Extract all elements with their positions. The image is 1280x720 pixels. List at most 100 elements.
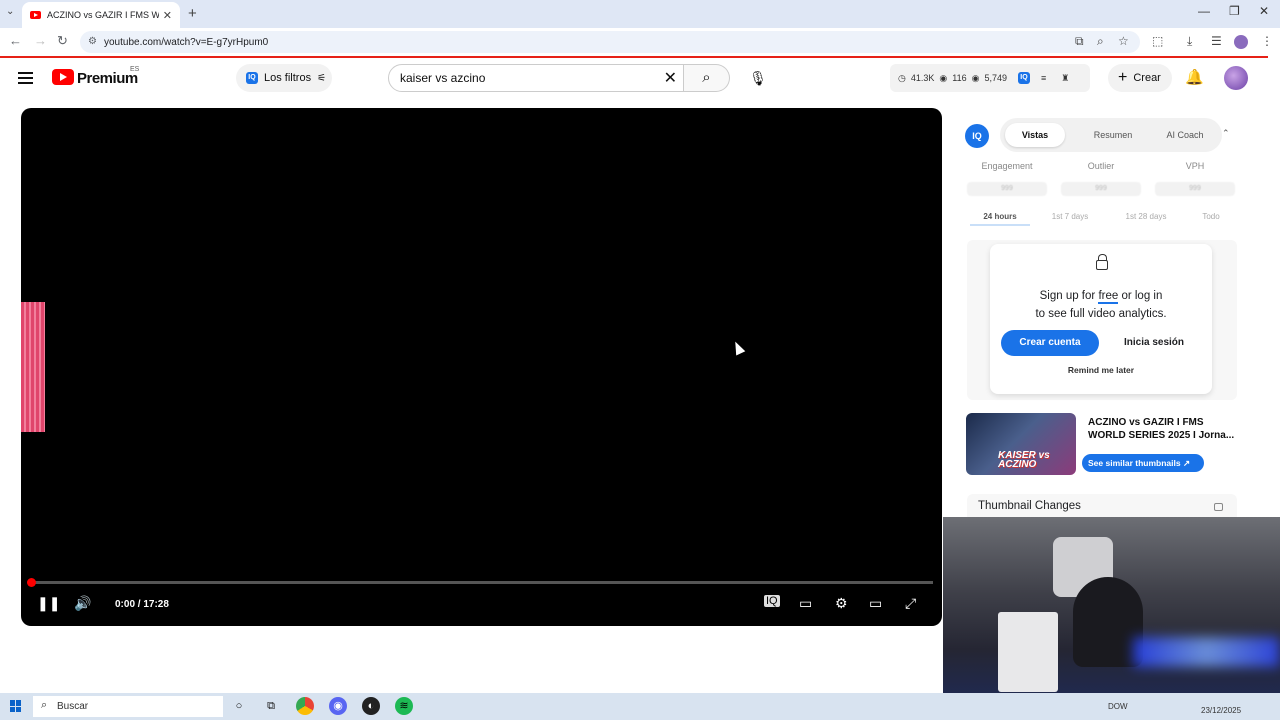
signup-overlay: Sign up for free or log in to see full v… <box>990 244 1212 394</box>
thumbnail-text: KAISER vs ACZINO <box>998 450 1050 470</box>
region-code: ES <box>130 66 140 73</box>
range-28d[interactable]: 1st 28 days <box>1116 212 1176 221</box>
obs-icon[interactable]: ◐ <box>362 697 380 715</box>
browser-tab[interactable]: ACZINO vs GAZIR I FMS WORLD ✕ <box>22 2 180 28</box>
avatar[interactable] <box>1224 66 1248 90</box>
lock-icon-2 <box>1214 503 1223 511</box>
air-conditioner <box>998 612 1058 692</box>
settings-icon[interactable]: ⚙ <box>835 595 848 612</box>
range-all[interactable]: Todo <box>1181 212 1241 221</box>
stat-likes: 5,749 <box>984 73 1007 83</box>
list-icon[interactable]: ≡ <box>1041 73 1046 83</box>
cortana-icon[interactable]: ○ <box>230 697 248 715</box>
minimize-icon[interactable]: — <box>1198 4 1210 18</box>
reading-list-icon[interactable]: ☰ <box>1211 34 1222 48</box>
extensions-icon[interactable]: ⬚ <box>1152 34 1163 48</box>
similar-thumbnails-button[interactable]: See similar thumbnails ↗ <box>1082 454 1204 472</box>
volume-icon[interactable]: 🔊 <box>74 595 91 612</box>
vidiq-player-icon[interactable]: IQ <box>764 595 780 607</box>
create-label: Crear <box>1133 72 1161 84</box>
vidiq-logo-icon[interactable]: IQ <box>965 124 989 148</box>
youtube-header: Premium ES IQ Los filtros ⚟ kaiser vs az… <box>0 58 1268 102</box>
tab-resumen[interactable]: Resumen <box>1078 123 1148 147</box>
mic-icon[interactable]: 🎙 <box>745 65 771 91</box>
taskbar-search[interactable]: ⌕ Buscar <box>33 696 223 717</box>
trophy-icon[interactable]: ♜ <box>1061 73 1069 84</box>
vidiq-icon-2[interactable]: IQ <box>1018 72 1030 84</box>
spotify-icon[interactable]: ≋ <box>395 697 413 715</box>
vidiq-stats-bar[interactable]: ◷ 41.3K ◉ 116 ◉ 5,749 IQ ≡ ♜ <box>890 64 1090 92</box>
site-info-icon[interactable]: ⚙ <box>88 36 97 47</box>
menu-icon[interactable] <box>18 72 33 84</box>
windows-start-icon[interactable] <box>10 700 22 712</box>
bell-icon[interactable]: 🔔 <box>1185 68 1204 86</box>
discord-icon[interactable]: ◉ <box>329 697 347 715</box>
eye-icon: ◉ <box>939 72 948 83</box>
video-frame-artifact <box>21 302 45 432</box>
panel-tabs: Vistas Resumen AI Coach <box>1000 118 1222 152</box>
login-button[interactable]: Inicia sesión <box>1108 330 1200 356</box>
chrome-icon[interactable] <box>296 697 314 715</box>
youtube-logo-icon[interactable] <box>52 69 74 85</box>
vidiq-panel: IQ Vistas Resumen AI Coach ⌃ Engagement … <box>955 112 1247 522</box>
close-window-icon[interactable]: ✕ <box>1259 4 1269 18</box>
stat-watching: 116 <box>952 73 967 83</box>
download-icon[interactable]: ⤓ <box>1187 34 1192 49</box>
chevron-up-icon[interactable]: ⌃ <box>1222 128 1230 139</box>
led-light <box>1133 637 1280 667</box>
metric-outlier-value: 999 <box>1061 182 1141 196</box>
eye-icon-2: ◉ <box>971 72 980 83</box>
search-icon: ⌕ <box>702 69 711 86</box>
search-icon-taskbar: ⌕ <box>41 699 48 711</box>
theater-icon[interactable]: ▭ <box>869 595 882 612</box>
logo-text[interactable]: Premium <box>77 70 138 87</box>
search-button[interactable]: ⌕ <box>684 64 730 92</box>
tab-title: ACZINO vs GAZIR I FMS WORLD <box>47 10 159 20</box>
metric-vph: VPH <box>1185 161 1205 171</box>
back-icon[interactable]: ← <box>9 33 22 48</box>
subtitles-icon[interactable]: ▭ <box>799 595 812 612</box>
tab-ai-coach[interactable]: AI Coach <box>1150 123 1220 147</box>
close-tab-icon[interactable]: ✕ <box>163 9 172 22</box>
forward-icon[interactable]: → <box>34 33 47 48</box>
fullscreen-icon[interactable]: ⤢ <box>905 595 916 612</box>
pause-icon[interactable]: ❚❚ <box>37 595 60 612</box>
metric-outlier: Outlier <box>1087 161 1115 171</box>
vidiq-icon: IQ <box>246 72 258 84</box>
search-input[interactable]: kaiser vs azcino ✕ <box>388 64 684 92</box>
taskbar-search-label: Buscar <box>57 701 89 712</box>
reload-icon[interactable]: ↻ <box>57 33 68 49</box>
tab-search-icon[interactable]: ⌄ <box>6 6 14 17</box>
profile-icon[interactable] <box>1234 35 1248 49</box>
restore-icon[interactable]: ❐ <box>1229 4 1240 18</box>
time-display: 0:00 / 17:28 <box>115 599 169 610</box>
bookmark-star-icon[interactable]: ☆ <box>1118 34 1129 48</box>
create-button[interactable]: + Crear <box>1108 64 1172 92</box>
free-link[interactable]: free <box>1098 290 1119 304</box>
filters-button[interactable]: IQ Los filtros ⚟ <box>236 64 332 92</box>
range-7d[interactable]: 1st 7 days <box>1040 212 1100 221</box>
browser-menu-icon[interactable]: ⋮ <box>1261 34 1273 48</box>
stat-views: 41.3K <box>910 73 935 83</box>
new-tab-icon[interactable]: + <box>188 5 197 22</box>
task-view-icon[interactable]: ⧉ <box>262 697 280 715</box>
webcam-overlay <box>943 517 1280 706</box>
zoom-icon[interactable]: ⌕ <box>1097 34 1104 49</box>
url-field[interactable]: ⚙ youtube.com/watch?v=E-g7yrHpum0 <box>80 31 1140 53</box>
remind-later-link[interactable]: Remind me later <box>990 365 1212 375</box>
create-account-button[interactable]: Crear cuenta <box>1001 330 1099 356</box>
search-value: kaiser vs azcino <box>400 71 486 85</box>
range-24h[interactable]: 24 hours <box>970 212 1030 226</box>
video-player[interactable]: ❚❚ 🔊 0:00 / 17:28 IQ ▭ ⚙ ▭ ⤢ <box>21 108 942 626</box>
progress-bar[interactable] <box>29 581 933 584</box>
metric-engagement-value: 999 <box>967 182 1047 196</box>
signup-message: Sign up for free or log in to see full v… <box>1035 290 1167 320</box>
scrubber-handle[interactable] <box>27 578 36 587</box>
video-thumbnail[interactable]: KAISER vs ACZINO <box>966 413 1076 475</box>
clear-search-icon[interactable]: ✕ <box>664 68 677 88</box>
date: 23/12/2025 <box>1201 706 1242 715</box>
install-icon[interactable]: ⧉ <box>1075 34 1084 49</box>
metric-vph-value: 999 <box>1155 182 1235 196</box>
tab-vistas[interactable]: Vistas <box>1005 123 1065 147</box>
clock-icon: ◷ <box>898 72 906 83</box>
